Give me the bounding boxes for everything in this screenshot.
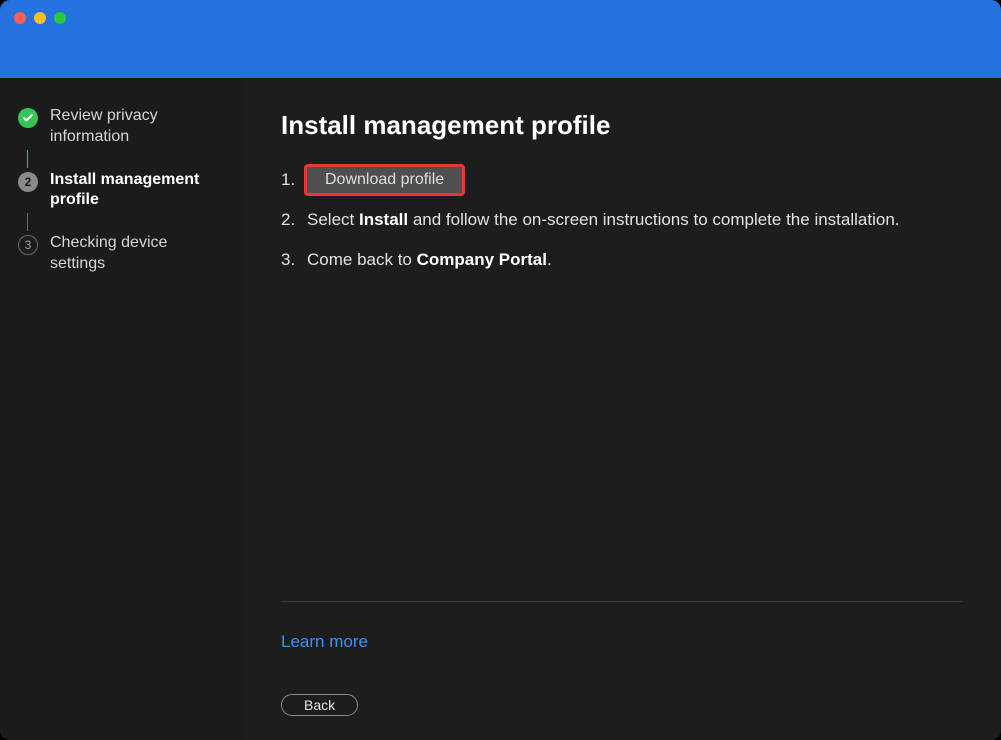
sidebar-step-install-profile: 2 Install management profile [18, 170, 225, 212]
maximize-button[interactable] [54, 12, 66, 24]
learn-more-link[interactable]: Learn more [281, 632, 963, 652]
titlebar [0, 0, 1001, 78]
content-area: Review privacy information 2 Install man… [0, 78, 1001, 740]
instruction-row-1: 1. Download profile [281, 167, 963, 193]
back-button[interactable]: Back [281, 694, 358, 716]
sidebar-step-checking-settings: 3 Checking device settings [18, 233, 225, 275]
window-controls [14, 12, 66, 24]
app-window: Review privacy information 2 Install man… [0, 0, 1001, 740]
divider [281, 601, 963, 602]
step-connector [27, 213, 28, 231]
page-title: Install management profile [281, 110, 963, 141]
check-icon [18, 108, 38, 128]
sidebar: Review privacy information 2 Install man… [0, 78, 243, 740]
sidebar-step-label: Review privacy information [50, 106, 225, 148]
instruction-row-2: 2. Select Install and follow the on-scre… [281, 207, 963, 233]
instruction-text: Select Install and follow the on-screen … [307, 207, 900, 233]
instruction-row-3: 3. Come back to Company Portal. [281, 247, 963, 273]
main-panel: Install management profile 1. Download p… [243, 78, 1001, 740]
list-number: 1. [281, 167, 297, 193]
close-button[interactable] [14, 12, 26, 24]
sidebar-step-review-privacy: Review privacy information [18, 106, 225, 148]
minimize-button[interactable] [34, 12, 46, 24]
instruction-list: 1. Download profile 2. Select Install an… [281, 167, 963, 286]
sidebar-step-label: Checking device settings [50, 233, 225, 275]
sidebar-step-label: Install management profile [50, 170, 225, 212]
step-connector [27, 150, 28, 168]
list-number: 3. [281, 247, 297, 273]
step-number-icon: 3 [18, 235, 38, 255]
list-number: 2. [281, 207, 297, 233]
instruction-text: Come back to Company Portal. [307, 247, 552, 273]
download-profile-button[interactable]: Download profile [307, 167, 462, 193]
step-number-icon: 2 [18, 172, 38, 192]
